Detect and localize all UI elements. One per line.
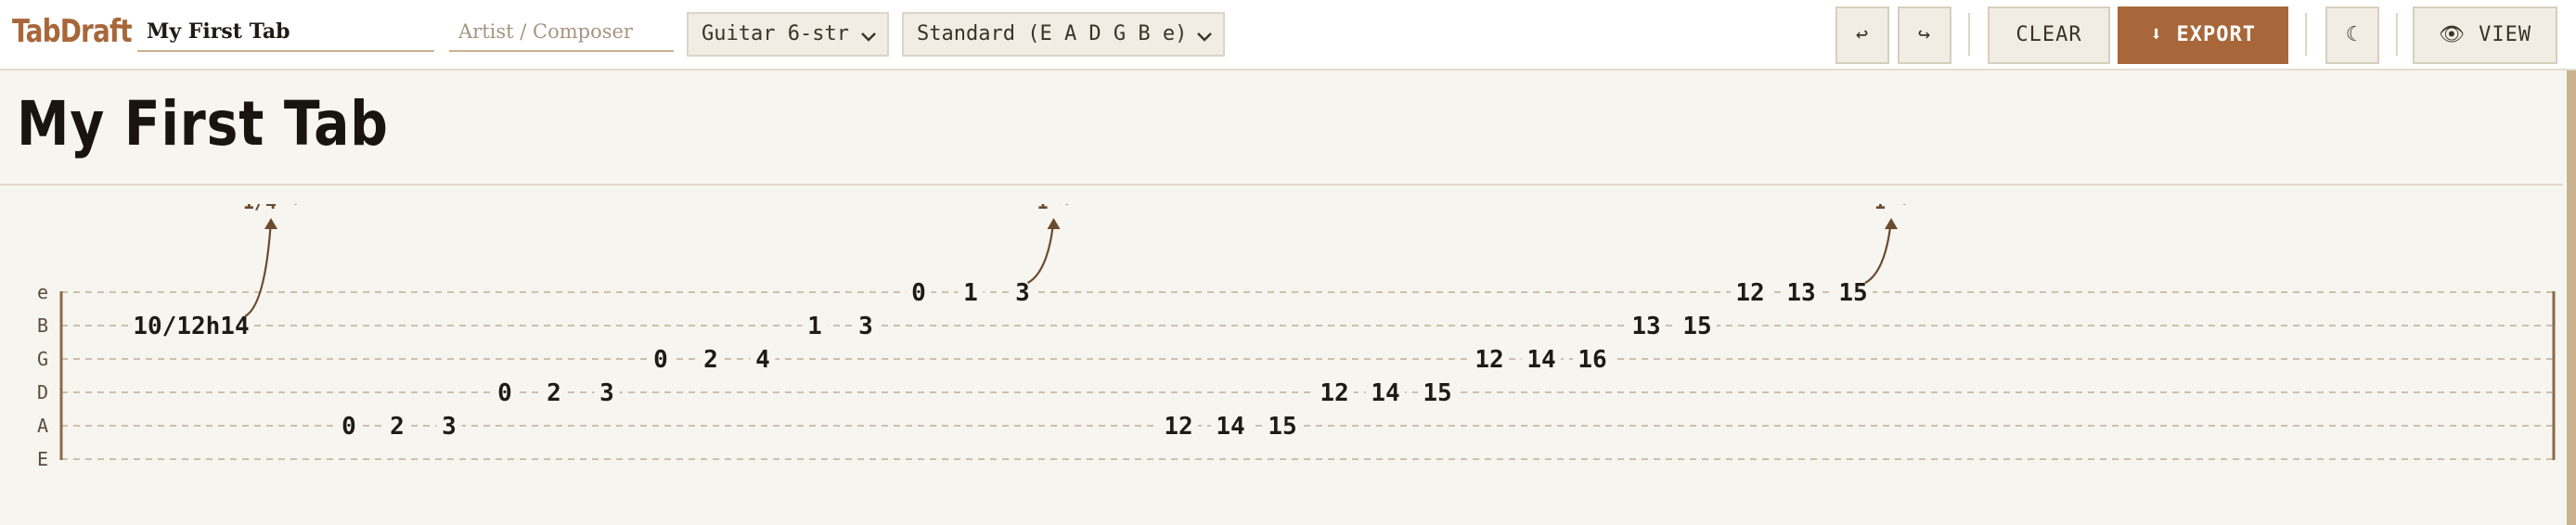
- redo-icon: ↪: [1917, 23, 1932, 46]
- toolbar-divider: [2396, 13, 2398, 56]
- chevron-down-icon: [859, 22, 878, 63]
- toolbar: TabDraft Guitar 6-str Standard (E A D G …: [0, 0, 2576, 70]
- tab-note[interactable]: 0: [911, 279, 926, 307]
- moon-icon: ☾: [2345, 23, 2360, 46]
- tab-staff-svg[interactable]: eBGDAE10/12h140 2 30 2 30 2 41 30 1 312 14 1512 14 15…: [0, 191, 2576, 482]
- page-title: My First Tab: [17, 88, 389, 160]
- tab-note[interactable]: 14: [1216, 413, 1244, 441]
- tab-note[interactable]: 15: [1838, 279, 1867, 307]
- tab-note[interactable]: 13: [1631, 313, 1660, 340]
- title-divider: [0, 184, 2563, 186]
- tab-note[interactable]: 0: [653, 346, 668, 374]
- tab-note[interactable]: 4: [755, 346, 770, 374]
- view-button[interactable]: 👁 VIEW: [2413, 6, 2557, 64]
- tab-note[interactable]: 15: [1682, 313, 1711, 340]
- artist-composer-input[interactable]: [449, 13, 674, 52]
- tab-note[interactable]: 12: [1735, 279, 1764, 307]
- tab-note[interactable]: 15: [1268, 413, 1296, 441]
- tab-note[interactable]: 13: [1786, 279, 1815, 307]
- toolbar-divider: [2305, 13, 2307, 56]
- tab-note[interactable]: 3: [599, 379, 614, 407]
- string-label-e: e: [37, 281, 48, 303]
- tab-note[interactable]: 2: [390, 413, 405, 441]
- tab-note[interactable]: 15: [1423, 379, 1451, 407]
- bend-arrowhead: [264, 218, 277, 229]
- tab-title-input[interactable]: [137, 13, 434, 52]
- bend-label: 1 ~: [1037, 204, 1070, 213]
- bend-arrowhead: [1047, 218, 1061, 229]
- string-label-A: A: [37, 415, 48, 437]
- string-label-E: E: [37, 448, 48, 470]
- export-button[interactable]: ⬇ EXPORT: [2118, 6, 2288, 64]
- tab-note[interactable]: 14: [1526, 346, 1555, 374]
- undo-icon: ↩: [1855, 23, 1870, 46]
- tab-note[interactable]: 0: [497, 379, 512, 407]
- bend-label: 1/4 ~: [243, 204, 299, 213]
- instrument-select[interactable]: Guitar 6-str: [687, 12, 889, 57]
- bend-arrow: [244, 219, 273, 317]
- clear-button[interactable]: CLEAR: [1988, 6, 2110, 64]
- tab-note[interactable]: 3: [442, 413, 457, 441]
- tab-note[interactable]: 2: [703, 346, 718, 374]
- chevron-down-icon: [1195, 22, 1214, 63]
- undo-button[interactable]: ↩: [1835, 6, 1889, 64]
- redo-button[interactable]: ↪: [1898, 6, 1951, 64]
- tab-note[interactable]: 12: [1164, 413, 1192, 441]
- tab-note[interactable]: 1: [963, 279, 978, 307]
- tab-note[interactable]: 3: [858, 313, 873, 340]
- app-logo: TabDraft: [12, 13, 133, 50]
- toolbar-divider: [1968, 13, 1970, 56]
- tab-note[interactable]: 10/12h14: [133, 313, 249, 340]
- instrument-select-value: Guitar 6-str: [702, 22, 849, 45]
- tab-note[interactable]: 14: [1371, 379, 1399, 407]
- tab-note[interactable]: 2: [547, 379, 561, 407]
- theme-toggle-button[interactable]: ☾: [2325, 6, 2379, 64]
- string-label-D: D: [37, 381, 48, 403]
- tab-note[interactable]: 0: [341, 413, 356, 441]
- bend-label: 1 ~: [1874, 204, 1908, 213]
- tab-staff[interactable]: e B G D A E 10/12h14 0 2 3 0 2 3 0 2 4 1 3 0 1 3 12 14 15 12 14 15…: [0, 191, 2576, 482]
- tab-note[interactable]: 3: [1015, 279, 1030, 307]
- bend-arrowhead: [1885, 218, 1898, 229]
- tab-note[interactable]: 12: [1320, 379, 1348, 407]
- tab-note[interactable]: 1: [807, 313, 822, 340]
- string-label-B: B: [37, 314, 48, 337]
- string-label-G: G: [37, 348, 48, 370]
- bend-arrow: [1026, 219, 1055, 284]
- bend-arrow: [1864, 219, 1893, 284]
- tab-note[interactable]: 12: [1475, 346, 1503, 374]
- tuning-select-value: Standard (E A D G B e): [917, 22, 1188, 45]
- tuning-select[interactable]: Standard (E A D G B e): [902, 12, 1225, 57]
- tab-note[interactable]: 16: [1578, 346, 1606, 374]
